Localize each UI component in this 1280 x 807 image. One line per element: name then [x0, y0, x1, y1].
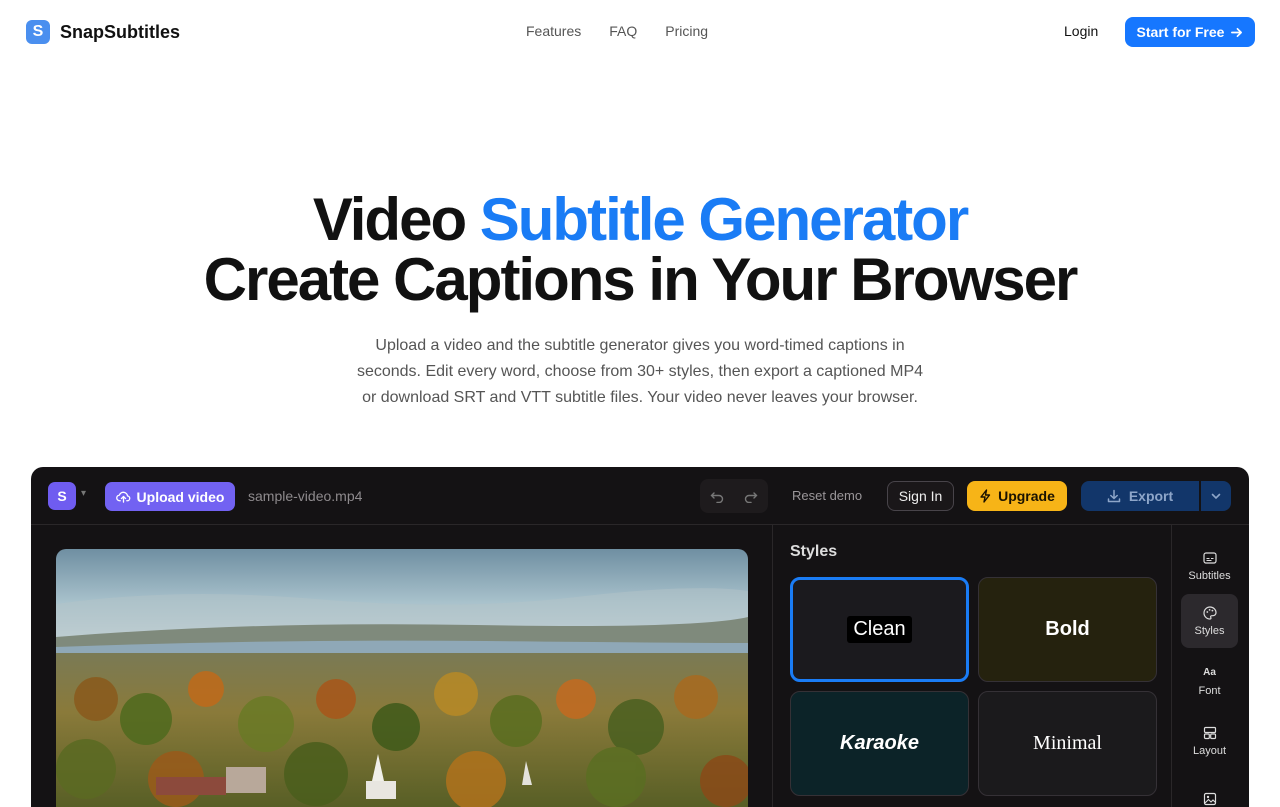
upload-cloud-icon [115, 491, 130, 503]
start-for-free-label: Start for Free [1136, 24, 1225, 40]
video-area [31, 525, 772, 807]
hero-title-plain: Video [312, 186, 480, 253]
video-preview[interactable] [56, 549, 748, 807]
image-icon [1203, 792, 1217, 806]
brand-name: SnapSubtitles [60, 21, 181, 42]
rail-item-label: Layout [1192, 744, 1227, 757]
hero-subtitle: Upload a video and the subtitle generato… [356, 337, 924, 406]
editor-toolbar: S ▾ Upload video sample-video.mp4 Reset … [31, 467, 1249, 525]
rail-item-label: Subtitles [1188, 569, 1231, 582]
font-icon: Aa [1203, 667, 1216, 678]
rail-item-image[interactable] [1181, 774, 1238, 807]
chevron-down-icon[interactable]: ▾ [81, 488, 86, 499]
styles-panel: Styles Clean Bold Karaoke Minimal [772, 525, 1172, 807]
hero-title-line2: Create Captions in Your Browser [203, 246, 1079, 313]
hero-title-accent: Subtitle Generator [479, 186, 969, 253]
style-card-label: Clean [847, 616, 912, 643]
lightning-icon [980, 489, 991, 503]
upload-video-button[interactable]: Upload video [105, 482, 235, 511]
video-frame-image [56, 549, 748, 807]
style-card-minimal[interactable]: Minimal [978, 691, 1157, 796]
nav-link-pricing[interactable]: Pricing [665, 23, 708, 39]
rail-item-subtitles[interactable]: Subtitles [1181, 539, 1238, 593]
undo-redo-group [700, 479, 768, 513]
rail-item-label: Font [1198, 684, 1221, 697]
login-link[interactable]: Login [1064, 23, 1098, 39]
undo-icon[interactable] [710, 489, 724, 503]
upgrade-label: Upgrade [998, 488, 1055, 504]
side-rail: Subtitles Styles Aa Font Layout [1172, 525, 1249, 807]
style-card-bold[interactable]: Bold [978, 577, 1157, 682]
styles-heading: Styles [790, 543, 838, 560]
nav-link-faq[interactable]: FAQ [609, 23, 637, 39]
style-card-label: Minimal [1033, 732, 1102, 754]
start-for-free-button[interactable]: Start for Free [1125, 17, 1255, 47]
export-options-chevron-icon[interactable] [1201, 481, 1231, 511]
reset-demo-button[interactable]: Reset demo [792, 488, 862, 503]
export-button[interactable]: Export [1081, 481, 1199, 511]
file-name: sample-video.mp4 [248, 488, 363, 504]
download-icon [1107, 489, 1121, 503]
workspace-avatar[interactable]: S [48, 482, 76, 510]
top-nav: S SnapSubtitles Features FAQ Pricing Log… [0, 0, 1280, 64]
editor-preview: S ▾ Upload video sample-video.mp4 Reset … [31, 467, 1249, 807]
upload-video-label: Upload video [136, 488, 225, 505]
sign-in-button[interactable]: Sign In [887, 481, 954, 511]
rail-item-styles[interactable]: Styles [1181, 594, 1238, 648]
hero-title: Video Subtitle Generator Create Captions… [0, 190, 1280, 310]
style-card-label: Karaoke [840, 732, 919, 754]
rail-item-label: Styles [1194, 624, 1225, 637]
arrow-right-icon [1231, 27, 1243, 37]
style-card-label: Bold [1045, 618, 1090, 640]
rail-item-layout[interactable]: Layout [1181, 714, 1238, 768]
palette-icon [1202, 605, 1217, 620]
rail-item-font[interactable]: Aa Font [1181, 654, 1238, 708]
export-label: Export [1128, 488, 1174, 504]
upgrade-button[interactable]: Upgrade [967, 481, 1067, 511]
nav-link-features[interactable]: Features [526, 23, 581, 39]
style-card-karaoke[interactable]: Karaoke [790, 691, 969, 796]
style-card-clean[interactable]: Clean [790, 577, 969, 682]
nav-links: Features FAQ Pricing [526, 23, 708, 39]
subtitles-icon [1202, 551, 1217, 565]
brand[interactable]: S SnapSubtitles [26, 20, 180, 44]
redo-icon[interactable] [744, 489, 758, 503]
brand-logo-icon: S [26, 20, 50, 44]
layout-icon [1203, 726, 1217, 740]
